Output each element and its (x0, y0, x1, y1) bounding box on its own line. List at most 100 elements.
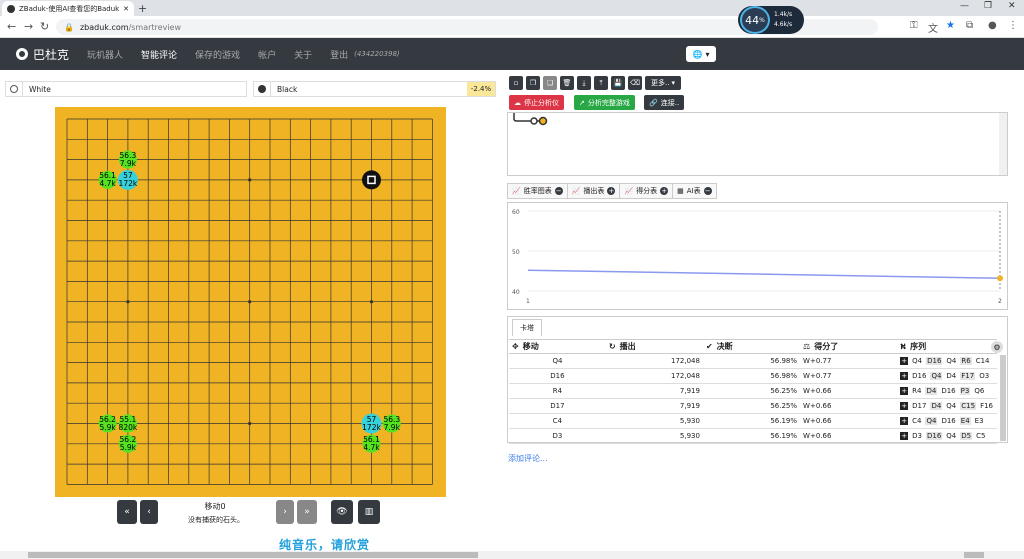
table-row[interactable]: C4 5,930 56.19% W+0.66 + C4 Q4 D16 E4 E3 (509, 413, 997, 429)
expand-icon[interactable]: + (900, 432, 909, 440)
tab-winrate-chart[interactable]: 📈 胜率图表 − (508, 184, 568, 198)
close-window-icon[interactable]: ✕ (1008, 1, 1016, 11)
expand-icon[interactable]: + (900, 387, 909, 395)
table-scrollbar[interactable] (1000, 355, 1006, 441)
profile-icon[interactable]: ● (988, 20, 997, 31)
table-row[interactable]: Q4 172,048 56.98% W+0.77 + Q4 D16 Q4 R6 C14 (509, 353, 997, 369)
seq-move: C5 (976, 432, 986, 440)
expand-icon[interactable]: + (900, 372, 909, 380)
expand-icon[interactable]: + (900, 357, 909, 365)
tab-close-icon[interactable]: ✕ (123, 5, 129, 13)
plus-icon[interactable]: + (660, 187, 669, 195)
maximize-icon[interactable]: ❐ (984, 1, 992, 11)
move-number: 移动0 (204, 502, 226, 511)
captures-text: 没有捕获的石头。 (188, 516, 244, 524)
cell-score: W+0.66 (800, 383, 898, 399)
line-chart-icon: 📈 (512, 187, 521, 195)
winrate-graph[interactable]: 60 50 40 1 2 (507, 202, 1008, 310)
seq-move: Q6 (974, 387, 985, 395)
upload-icon[interactable]: ⤒ (594, 76, 608, 90)
forward-icon[interactable]: → (24, 20, 33, 33)
black-stone (362, 170, 381, 190)
menu-icon[interactable]: ⋮ (1008, 20, 1018, 31)
add-comment-link[interactable]: 添加评论... (508, 453, 548, 464)
tree-scrollbar[interactable] (999, 113, 1007, 175)
candidate-visits: 7.9k (119, 158, 137, 168)
globe-icon: 🌐 (692, 49, 703, 59)
col-winrate[interactable]: ✔ 决断 (702, 339, 801, 354)
tab-katago[interactable]: 卡塔 (512, 319, 542, 336)
cell-move: R4 (509, 383, 606, 399)
refresh-icon: ↻ (608, 342, 616, 351)
col-move[interactable]: ✥ 移动 (509, 339, 606, 354)
nav-logout[interactable]: 登出 (330, 48, 348, 61)
trash-icon[interactable]: 🗑 (560, 76, 574, 90)
more-button[interactable]: 更多.. ▾ (645, 76, 681, 90)
minimize-icon[interactable]: — (960, 1, 969, 11)
go-board[interactable]: 56.3 7.9k 56.1 4.7k 57 172k 56.2 5.9k 55.1 820k 56… (55, 107, 446, 497)
duplicate-icon[interactable]: ❏ (543, 76, 557, 90)
nav-saved-games[interactable]: 保存的游戏 (195, 48, 240, 61)
seq-move: Q4 (925, 417, 938, 425)
translate-icon[interactable]: 文 (928, 20, 938, 35)
seq-move: D4 (925, 387, 938, 395)
url-domain: zbaduk.com (79, 22, 129, 32)
plus-icon[interactable]: + (607, 187, 616, 195)
star-icon[interactable]: ★ (946, 20, 955, 31)
prev-move-button[interactable]: ‹ (140, 500, 158, 524)
tab-playouts-chart[interactable]: 📈 播出表 + (568, 184, 621, 198)
col-sequence[interactable]: ⛕ 序列 (897, 339, 997, 354)
analyze-game-button[interactable]: ↗ 分析完整游戏 (574, 95, 635, 110)
save-icon[interactable]: 💾 (611, 76, 625, 90)
eye-icon[interactable]: 👁 (331, 500, 353, 524)
stop-analyzer-button[interactable]: ☁ 停止分析仪 (509, 95, 564, 110)
nav-smart-review[interactable]: 智能评论 (141, 48, 177, 61)
nav-about[interactable]: 关于 (294, 48, 312, 61)
browser-tab[interactable]: ZBaduk-使用AI查看您的Baduk游戏 ✕ (2, 1, 134, 16)
site-navbar: 巴杜克 玩机器人 智能评论 保存的游戏 帐户 关于 登出 (434220398)… (0, 38, 1024, 70)
gear-icon[interactable]: ⚙ (991, 341, 1003, 353)
winrate-chart: 60 50 40 1 2 (512, 209, 1003, 305)
download-icon[interactable]: ⤓ (577, 76, 591, 90)
new-file-icon[interactable]: ▫ (509, 76, 523, 90)
tree-nodes (513, 113, 548, 126)
cell-visits: 172,048 (605, 368, 703, 384)
first-move-button[interactable]: « (117, 500, 137, 524)
table-row[interactable]: R4 7,919 56.25% W+0.66 + R4 D4 D16 P3 Q6 (509, 383, 997, 399)
link-button[interactable]: 🔗 连接.. (644, 95, 685, 110)
tab-ai-table[interactable]: ▦ AI表 − (673, 184, 715, 198)
new-tab-icon[interactable]: + (138, 2, 147, 15)
extensions-icon[interactable]: ⧉ (966, 20, 973, 31)
table-row[interactable]: D3 5,930 56.19% W+0.66 + D3 D16 Q4 D5 C5 (509, 428, 997, 444)
browser-tab-strip: ZBaduk-使用AI查看您的Baduk游戏 ✕ + — ❐ ✕ (0, 0, 1024, 16)
key-icon[interactable]: ⚿ (910, 20, 918, 31)
tab-score-chart[interactable]: 📈 得分表 + (620, 184, 674, 198)
minus-icon[interactable]: − (554, 187, 563, 195)
expand-icon[interactable]: + (900, 402, 909, 410)
current-move-point[interactable] (997, 275, 1003, 282)
nav-account[interactable]: 帐户 (258, 48, 276, 61)
cell-visits: 7,919 (605, 383, 703, 399)
reload-icon[interactable]: ↻ (40, 20, 49, 33)
katago-panel: 卡塔 ✥ 移动 ↻ 播出 ✔ 决断 ⚖ 得分了 ⛕ 序列 Q4 172,048 56.98% W… (507, 316, 1008, 444)
next-move-button[interactable]: › (276, 500, 294, 524)
expand-icon[interactable]: + (900, 417, 909, 425)
copy-icon[interactable]: ❐ (526, 76, 540, 90)
language-select[interactable]: 🌐 ▾ (686, 46, 716, 62)
variation-tree[interactable] (507, 112, 1008, 176)
back-icon[interactable]: ← (7, 20, 16, 33)
page-scrollbar[interactable] (0, 551, 1024, 559)
col-score[interactable]: ⚖ 得分了 (800, 339, 898, 354)
eraser-icon[interactable]: ⌫ (628, 76, 642, 90)
seq-move: P3 (959, 387, 971, 395)
col-playouts[interactable]: ↻ 播出 (605, 339, 703, 354)
table-row[interactable]: D16 172,048 56.98% W+0.77 + D16 Q4 D4 F17 O3 (509, 368, 997, 384)
cell-score: W+0.77 (800, 368, 898, 384)
last-move-button[interactable]: » (297, 500, 317, 524)
map-icon[interactable]: ▥ (358, 500, 380, 524)
minus-icon[interactable]: − (703, 187, 712, 195)
nav-play-bot[interactable]: 玩机器人 (87, 48, 123, 61)
brand[interactable]: 巴杜克 (16, 46, 69, 63)
table-row[interactable]: D17 7,919 56.25% W+0.66 + D17 D4 Q4 C15 F16 (509, 398, 997, 414)
cell-move: Q4 (509, 353, 606, 369)
